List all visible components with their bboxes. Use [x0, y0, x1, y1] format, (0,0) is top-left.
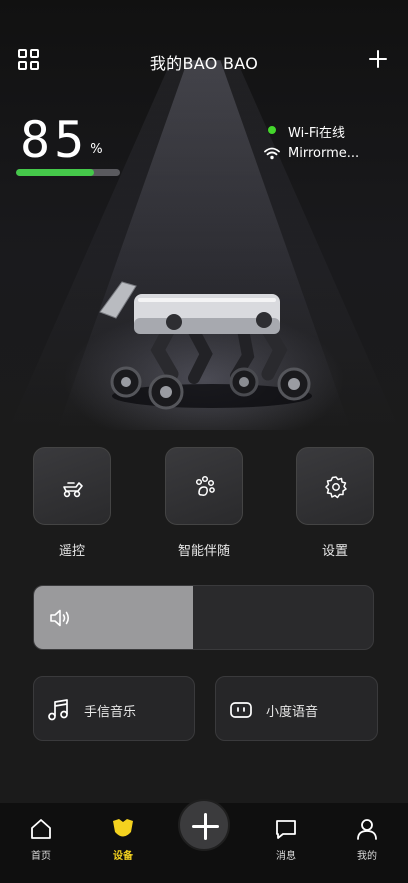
- wifi-status-text: Wi-Fi在线: [288, 126, 346, 141]
- connection-status: Wi-Fi在线 Mirrorme...: [264, 120, 384, 168]
- network-row: Mirrorme...: [264, 144, 384, 168]
- top-bar: 我的BAO BAO: [0, 40, 408, 80]
- battery-unit: %: [90, 142, 103, 157]
- battery-bar-fill: [16, 169, 94, 176]
- tab-home[interactable]: 首页: [11, 817, 71, 869]
- tab-device[interactable]: 设备: [93, 817, 153, 869]
- remote-control-button[interactable]: [33, 447, 111, 525]
- smart-follow-label: 智能伴随: [177, 544, 230, 559]
- music-card-label: 手信音乐: [84, 705, 137, 720]
- tab-profile-label: 我的: [357, 851, 377, 862]
- tab-device-label: 设备: [113, 851, 133, 862]
- speaker-icon: [50, 609, 70, 627]
- paw-icon: [195, 475, 215, 496]
- remote-control-label: 遥控: [58, 544, 85, 559]
- wifi-icon: [264, 147, 280, 160]
- message-icon: [276, 820, 296, 839]
- smart-follow-button[interactable]: [165, 447, 243, 525]
- settings-label: 设置: [321, 544, 348, 559]
- robot-image: [99, 281, 312, 410]
- tab-messages-label: 消息: [276, 851, 296, 862]
- wifi-status-row: Wi-Fi在线: [264, 120, 384, 144]
- gear-icon: [325, 476, 347, 499]
- battery-bar: [16, 169, 120, 176]
- voice-card-label: 小度语音: [266, 705, 319, 720]
- tab-messages[interactable]: 消息: [256, 817, 316, 869]
- home-icon: [31, 819, 51, 839]
- music-note-icon: [48, 699, 68, 721]
- online-dot-icon: [268, 126, 276, 134]
- plus-icon[interactable]: [178, 799, 230, 851]
- page-title: 我的BAO BAO: [149, 54, 259, 73]
- remote-control-icon: [63, 482, 83, 498]
- settings-button[interactable]: [296, 447, 374, 525]
- device-icon: [113, 819, 133, 837]
- battery-value: 85: [20, 111, 89, 169]
- network-name: Mirrorme...: [288, 146, 360, 161]
- volume-slider[interactable]: [33, 585, 374, 650]
- profile-icon: [357, 819, 377, 840]
- voice-assistant-icon: [230, 702, 252, 718]
- music-card[interactable]: 手信音乐: [33, 676, 195, 741]
- battery-readout: 85%: [20, 112, 103, 168]
- tab-home-label: 首页: [31, 851, 51, 862]
- add-device-icon[interactable]: [368, 49, 388, 69]
- voice-card[interactable]: 小度语音: [215, 676, 378, 741]
- tab-profile[interactable]: 我的: [337, 817, 397, 869]
